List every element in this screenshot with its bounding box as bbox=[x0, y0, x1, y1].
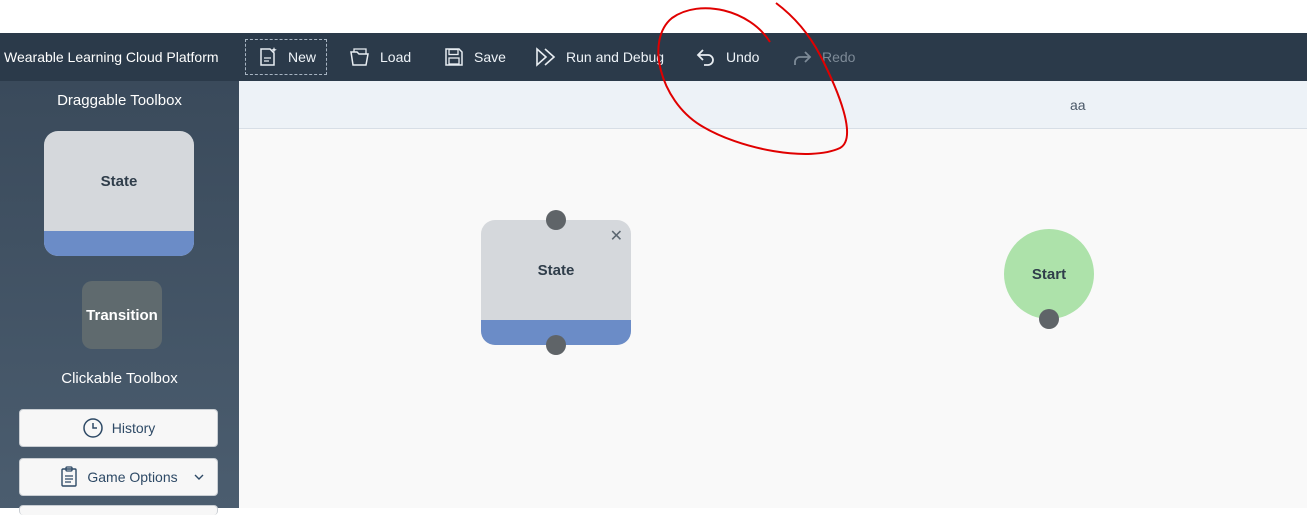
redo-label: Redo bbox=[822, 49, 856, 65]
run-icon bbox=[534, 45, 558, 69]
draggable-toolbox-title: Draggable Toolbox bbox=[57, 92, 182, 109]
editor-canvas[interactable]: aa ✕ State Start bbox=[239, 81, 1307, 508]
game-options-dropdown[interactable]: Game Options bbox=[19, 458, 218, 496]
game-options-label: Game Options bbox=[87, 469, 178, 485]
new-label: New bbox=[288, 49, 317, 65]
app-title: Wearable Learning Cloud Platform bbox=[4, 49, 219, 65]
top-toolbar: Wearable Learning Cloud Platform New Loa… bbox=[0, 33, 1307, 81]
redo-icon bbox=[790, 45, 814, 69]
state-output-port[interactable] bbox=[546, 335, 566, 355]
canvas-state-label: State bbox=[537, 262, 575, 279]
state-stripe bbox=[44, 231, 194, 256]
toolbox-state-label: State bbox=[100, 173, 138, 190]
clickable-toolbox-title: Clickable Toolbox bbox=[61, 370, 178, 387]
top-strip bbox=[0, 0, 1307, 33]
run-label: Run and Debug bbox=[566, 49, 665, 65]
chevron-down-icon bbox=[193, 470, 205, 486]
start-node-label: Start bbox=[1031, 265, 1067, 283]
toolbox-state-item[interactable]: State bbox=[44, 131, 194, 256]
history-label: History bbox=[111, 420, 156, 436]
clipboard-icon bbox=[59, 466, 79, 488]
undo-label: Undo bbox=[726, 49, 760, 65]
load-label: Load bbox=[380, 49, 412, 65]
load-icon bbox=[348, 45, 372, 69]
sidebar: Draggable Toolbox State Transition Click… bbox=[0, 81, 239, 515]
start-output-port[interactable] bbox=[1039, 309, 1059, 329]
undo-button[interactable]: Undo bbox=[694, 40, 759, 74]
save-button[interactable]: Save bbox=[442, 40, 506, 74]
close-icon[interactable]: ✕ bbox=[610, 226, 623, 246]
canvas-header: aa bbox=[239, 81, 1307, 129]
game-name: aa bbox=[1070, 97, 1086, 113]
history-button[interactable]: History bbox=[19, 409, 218, 447]
new-button[interactable]: New bbox=[244, 39, 328, 75]
redo-button[interactable]: Redo bbox=[790, 40, 855, 74]
start-node[interactable]: Start bbox=[1004, 229, 1094, 319]
toolbox-transition-label: Transition bbox=[86, 306, 158, 324]
load-button[interactable]: Load bbox=[348, 40, 411, 74]
save-label: Save bbox=[474, 49, 506, 65]
state-input-port[interactable] bbox=[546, 210, 566, 230]
save-icon bbox=[442, 45, 466, 69]
new-icon bbox=[256, 45, 280, 69]
next-sidebar-button[interactable] bbox=[19, 505, 218, 515]
canvas-state-node[interactable]: ✕ State bbox=[481, 220, 631, 345]
toolbox-transition-item[interactable]: Transition bbox=[82, 281, 162, 349]
run-debug-button[interactable]: Run and Debug bbox=[534, 40, 664, 74]
undo-icon bbox=[694, 45, 718, 69]
history-icon bbox=[82, 417, 104, 439]
